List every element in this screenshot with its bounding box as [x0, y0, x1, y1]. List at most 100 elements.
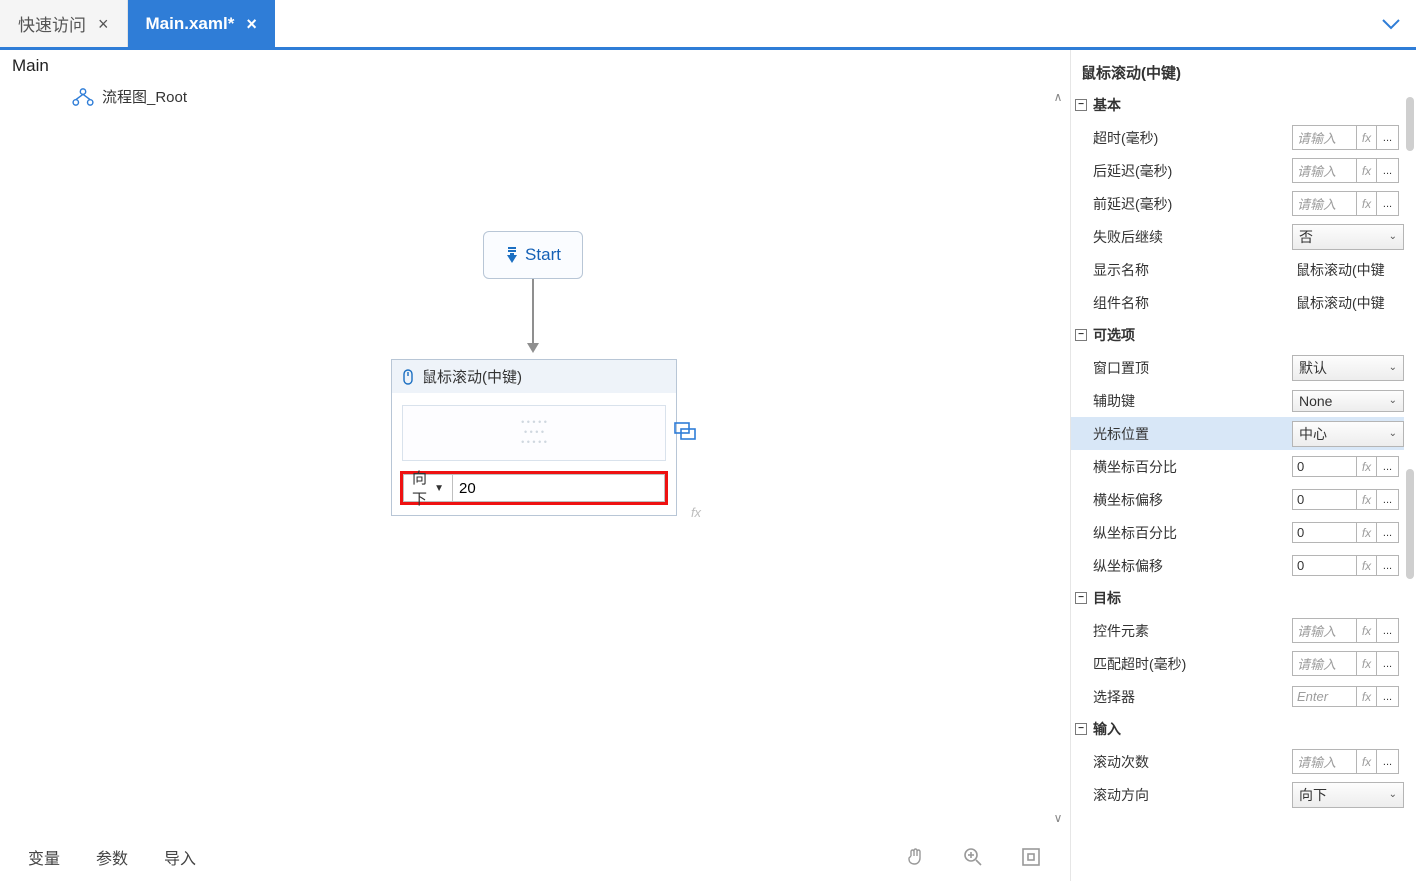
tab-label: Main.xaml* [146, 14, 235, 34]
activity-mouse-scroll[interactable]: 鼠标滚动(中键) • • • • •• • • •• • • • • [391, 359, 677, 516]
caret-down-icon: ▼ [434, 483, 444, 494]
designer-column: Main 流程图_Root Start [0, 50, 1071, 881]
prop-timeout: 超时(毫秒) 请输入 fx ... [1071, 121, 1404, 154]
selector-input[interactable]: Enter [1292, 686, 1357, 707]
flow-connector [532, 279, 534, 351]
x-percent-input[interactable]: 0 [1292, 456, 1357, 477]
section-label: 输入 [1093, 719, 1121, 739]
more-button[interactable]: ... [1377, 686, 1399, 707]
activity-title-text: 鼠标滚动(中键) [422, 366, 522, 387]
prop-label: 纵坐标偏移 [1093, 556, 1288, 576]
section-input[interactable]: − 输入 [1071, 713, 1404, 745]
topmost-select[interactable]: 默认⌄ [1292, 355, 1404, 381]
more-button[interactable]: ... [1377, 158, 1399, 183]
breadcrumb[interactable]: Main [0, 50, 1070, 82]
imports-tab[interactable]: 导入 [164, 845, 196, 869]
match-timeout-input[interactable]: 请输入 [1292, 651, 1357, 676]
prop-label: 后延迟(毫秒) [1093, 161, 1288, 181]
more-button[interactable]: ... [1377, 749, 1399, 774]
prop-pre-delay: 前延迟(毫秒) 请输入fx... [1071, 187, 1404, 220]
fx-button[interactable]: fx [1357, 456, 1377, 477]
component-name-value[interactable]: 鼠标滚动(中键 [1292, 291, 1404, 315]
chevron-down-icon: ⌄ [1389, 395, 1397, 406]
more-button[interactable]: ... [1377, 618, 1399, 643]
fx-button[interactable]: fx [1357, 651, 1377, 676]
start-label: Start [525, 245, 561, 265]
more-button[interactable]: ... [1377, 456, 1399, 477]
section-target[interactable]: − 目标 [1071, 582, 1404, 614]
prop-continue-on-fail: 失败后继续 否⌄ [1071, 220, 1404, 253]
more-button[interactable]: ... [1377, 522, 1399, 543]
tab-quick-access[interactable]: 快速访问 × [0, 0, 128, 47]
x-offset-input[interactable]: 0 [1292, 489, 1357, 510]
tab-main-xaml[interactable]: Main.xaml* × [128, 0, 275, 47]
close-icon[interactable]: × [246, 15, 257, 33]
prop-label: 前延迟(毫秒) [1093, 194, 1288, 214]
fx-button[interactable]: fx [1357, 125, 1377, 150]
scroll-direction-value: 向下 [412, 467, 434, 509]
fx-button[interactable]: fx [1357, 555, 1377, 576]
fx-button[interactable]: fx [1357, 489, 1377, 510]
timeout-input[interactable]: 请输入 [1292, 125, 1357, 150]
continue-on-fail-select[interactable]: 否⌄ [1292, 224, 1404, 250]
fx-button[interactable]: fx [1357, 749, 1377, 774]
prop-label: 纵坐标百分比 [1093, 523, 1288, 543]
chevron-down-icon: ⌄ [1389, 428, 1397, 439]
y-percent-input[interactable]: 0 [1292, 522, 1357, 543]
target-preview[interactable]: • • • • •• • • •• • • • • [402, 405, 666, 461]
chevron-down-icon: ⌄ [1389, 362, 1397, 373]
more-button[interactable]: ... [1377, 489, 1399, 510]
fx-button[interactable]: fx [1357, 618, 1377, 643]
post-delay-input[interactable]: 请输入 [1292, 158, 1357, 183]
scroll-up-icon[interactable]: ∧ [1054, 90, 1063, 104]
pan-tool-icon[interactable] [904, 846, 926, 868]
modifier-select[interactable]: None⌄ [1292, 390, 1404, 412]
flowchart-root-header[interactable]: 流程图_Root [72, 86, 187, 107]
prop-display-name: 显示名称 鼠标滚动(中键 [1071, 253, 1404, 286]
display-name-value[interactable]: 鼠标滚动(中键 [1292, 258, 1404, 282]
more-button[interactable]: ... [1377, 125, 1399, 150]
scroll-down-icon[interactable]: ∨ [1054, 811, 1063, 825]
arguments-tab[interactable]: 参数 [96, 845, 128, 869]
more-button[interactable]: ... [1377, 555, 1399, 576]
scroll-count-input[interactable]: 请输入 [1292, 749, 1357, 774]
activity-title-bar[interactable]: 鼠标滚动(中键) [392, 360, 676, 393]
section-optional[interactable]: − 可选项 [1071, 319, 1404, 351]
collapse-icon[interactable]: − [1075, 592, 1087, 604]
flowchart-root-label: 流程图_Root [102, 86, 187, 107]
pre-delay-input[interactable]: 请输入 [1292, 191, 1357, 216]
collapse-panel-button[interactable] [1366, 0, 1416, 47]
prop-label: 选择器 [1093, 687, 1288, 707]
cursor-position-select[interactable]: 中心⌄ [1292, 421, 1404, 447]
fx-button[interactable]: fx [1357, 191, 1377, 216]
properties-panel: 鼠标滚动(中键) − 基本 超时(毫秒) 请输入 fx ... 后延迟( [1071, 50, 1416, 881]
close-icon[interactable]: × [98, 15, 109, 33]
collapse-icon[interactable]: − [1075, 99, 1087, 111]
prop-label: 横坐标偏移 [1093, 490, 1288, 510]
fx-icon[interactable]: fx [684, 501, 708, 523]
indicate-on-screen-button[interactable] [673, 420, 697, 442]
prop-label: 控件元素 [1093, 621, 1288, 641]
scroll-direction-select[interactable]: 向下⌄ [1292, 782, 1404, 808]
fit-screen-icon[interactable] [1020, 846, 1042, 868]
prop-label: 窗口置顶 [1093, 358, 1288, 378]
designer-canvas[interactable]: 流程图_Root Start [0, 82, 1046, 833]
variables-tab[interactable]: 变量 [28, 845, 60, 869]
zoom-in-icon[interactable] [962, 846, 984, 868]
activity-config-row: 向下 ▼ [400, 471, 668, 505]
scroll-count-input[interactable] [452, 474, 665, 502]
prop-label: 失败后继续 [1093, 227, 1288, 247]
fx-button[interactable]: fx [1357, 522, 1377, 543]
fx-button[interactable]: fx [1357, 686, 1377, 707]
more-button[interactable]: ... [1377, 651, 1399, 676]
properties-scrollbar[interactable] [1404, 89, 1416, 881]
y-offset-input[interactable]: 0 [1292, 555, 1357, 576]
scroll-direction-select[interactable]: 向下 ▼ [403, 474, 452, 502]
start-node[interactable]: Start [483, 231, 583, 279]
collapse-icon[interactable]: − [1075, 723, 1087, 735]
element-input[interactable]: 请输入 [1292, 618, 1357, 643]
section-basic[interactable]: − 基本 [1071, 89, 1404, 121]
collapse-icon[interactable]: − [1075, 329, 1087, 341]
fx-button[interactable]: fx [1357, 158, 1377, 183]
more-button[interactable]: ... [1377, 191, 1399, 216]
